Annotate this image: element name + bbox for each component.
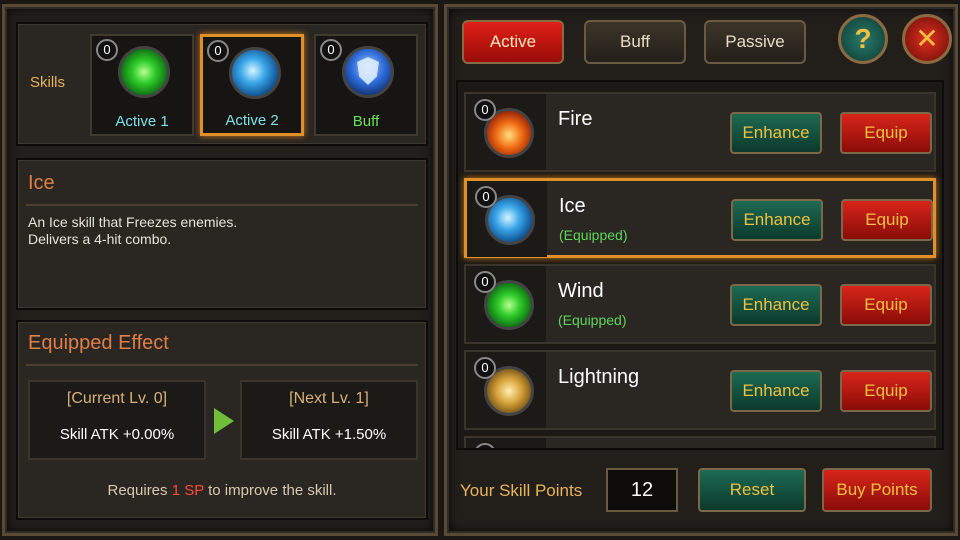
divider bbox=[26, 204, 418, 206]
description-line: An Ice skill that Freezes enemies. bbox=[28, 214, 238, 230]
green-orb-icon bbox=[118, 46, 170, 98]
slot-level-badge: 0 bbox=[320, 39, 342, 61]
ice-orb-icon bbox=[229, 47, 281, 99]
equip-button[interactable]: Equip bbox=[840, 112, 932, 154]
slot-label: Active 2 bbox=[225, 112, 279, 129]
requirement-text: Requires 1 SP to improve the skill. bbox=[107, 482, 337, 499]
skill-title: Ice bbox=[28, 172, 55, 194]
skill-points-value: 12 bbox=[606, 468, 678, 512]
skill-row-ice[interactable]: 0 Ice (Equipped) Enhance Equip bbox=[464, 178, 936, 258]
skill-level-badge: 0 bbox=[475, 186, 497, 208]
slot-active-2[interactable]: 0 Active 2 bbox=[200, 34, 304, 136]
skill-description-panel: Ice An Ice skill that Freezes enemies. D… bbox=[16, 158, 428, 310]
equip-button[interactable]: Equip bbox=[841, 199, 933, 241]
tab-passive[interactable]: Passive bbox=[704, 20, 806, 64]
enhance-button[interactable]: Enhance bbox=[730, 370, 822, 412]
slot-label: Buff bbox=[352, 113, 380, 130]
skill-points-label: Your Skill Points bbox=[460, 481, 583, 500]
skill-row-wind[interactable]: 0 Wind (Equipped) Enhance Equip bbox=[464, 264, 936, 344]
slot-level-badge: 0 bbox=[96, 39, 118, 61]
reset-button[interactable]: Reset bbox=[698, 468, 806, 512]
next-level-title: [Next Lv. 1] bbox=[289, 390, 369, 407]
slot-active-1[interactable]: 0 Active 1 bbox=[90, 34, 194, 136]
skill-level-badge: 0 bbox=[474, 443, 496, 448]
slot-label: Active 1 bbox=[115, 113, 169, 130]
equipped-status: (Equipped) bbox=[559, 227, 628, 243]
skill-name: Fire bbox=[558, 108, 593, 130]
sp-cost: 1 SP bbox=[171, 482, 204, 499]
slot-level-badge: 0 bbox=[207, 40, 229, 62]
slot-buff[interactable]: 0 Buff bbox=[314, 34, 418, 136]
description-line: Delivers a 4-hit combo. bbox=[28, 231, 172, 247]
current-level-value: Skill ATK +0.00% bbox=[59, 426, 175, 443]
equip-button[interactable]: Equip bbox=[840, 370, 932, 412]
enhance-button[interactable]: Enhance bbox=[731, 199, 823, 241]
enhance-button[interactable]: Enhance bbox=[730, 284, 822, 326]
help-button[interactable]: ? bbox=[838, 14, 888, 64]
skill-name: Lightning bbox=[558, 366, 640, 388]
buy-points-button[interactable]: Buy Points bbox=[822, 468, 932, 512]
skills-label: Skills bbox=[30, 74, 66, 91]
skill-name: Ice bbox=[559, 195, 586, 217]
tab-active[interactable]: Active bbox=[462, 20, 564, 64]
close-button[interactable]: ✕ bbox=[902, 14, 952, 64]
skill-list[interactable]: 0 Fire Enhance Equip 0 Ice (Equipped) En… bbox=[456, 80, 944, 450]
skill-row-lightning[interactable]: 0 Lightning Enhance Equip bbox=[464, 350, 936, 430]
skill-row-partial[interactable]: 0 bbox=[464, 436, 936, 448]
next-level-value: Skill ATK +1.50% bbox=[271, 426, 387, 443]
skill-level-badge: 0 bbox=[474, 357, 496, 379]
shield-orb-icon bbox=[342, 46, 394, 98]
tab-buff[interactable]: Buff bbox=[584, 20, 686, 64]
next-level-box: [Next Lv. 1] Skill ATK +1.50% bbox=[240, 380, 418, 460]
equip-button[interactable]: Equip bbox=[840, 284, 932, 326]
skill-level-badge: 0 bbox=[474, 271, 496, 293]
arrow-right-icon bbox=[214, 408, 234, 434]
skill-description: An Ice skill that Freezes enemies. Deliv… bbox=[28, 214, 237, 248]
enhance-button[interactable]: Enhance bbox=[730, 112, 822, 154]
divider bbox=[26, 364, 418, 366]
effect-title: Equipped Effect bbox=[28, 332, 169, 354]
equipped-status: (Equipped) bbox=[558, 312, 627, 328]
current-level-box: [Current Lv. 0] Skill ATK +0.00% bbox=[28, 380, 206, 460]
current-level-title: [Current Lv. 0] bbox=[66, 390, 168, 407]
skill-level-badge: 0 bbox=[474, 99, 496, 121]
skill-name: Wind bbox=[558, 280, 604, 302]
equipped-effect-panel: Equipped Effect [Current Lv. 0] Skill AT… bbox=[16, 320, 428, 520]
skill-row-fire[interactable]: 0 Fire Enhance Equip bbox=[464, 92, 936, 172]
